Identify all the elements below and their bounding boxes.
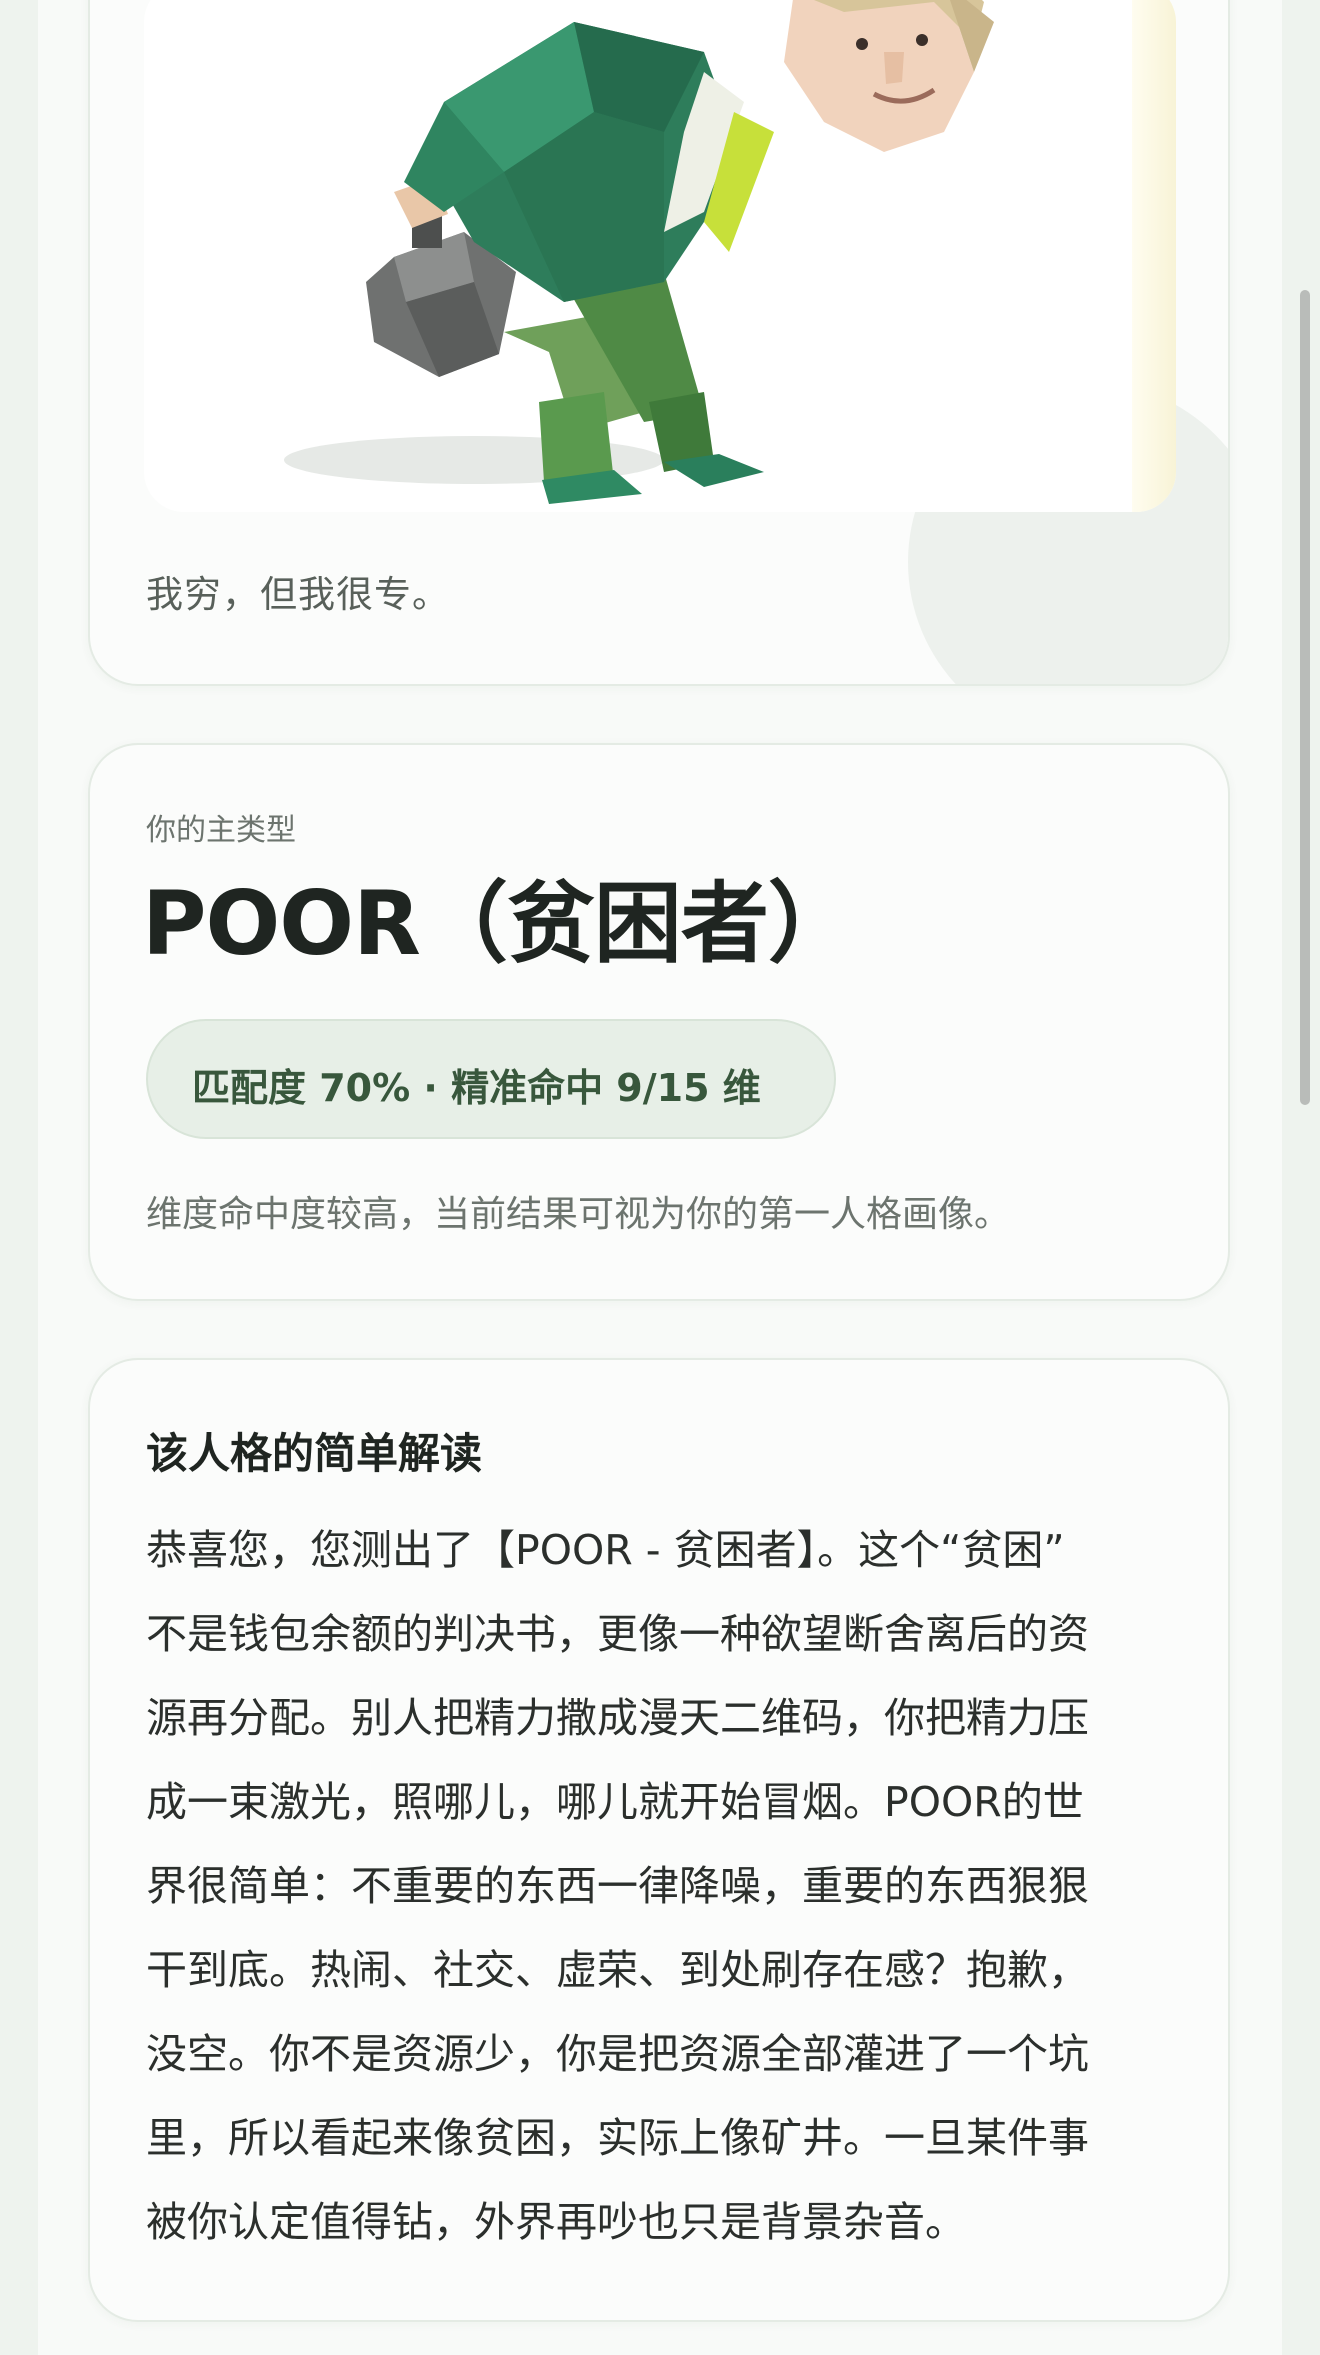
type-label: 你的主类型	[146, 813, 296, 848]
illustration-edge	[1132, 0, 1176, 512]
interpretation-line: 不是钱包余额的判决书，更像一种欲望断舍离后的资	[146, 1610, 1089, 1658]
interpretation-line: 成一束激光，照哪儿，哪儿就开始冒烟。POOR的世	[146, 1778, 1084, 1826]
interpretation-line: 恭喜您，您测出了【POOR - 贫困者】。这个“贫困”	[146, 1526, 1065, 1574]
interpretation-line: 界很简单：不重要的东西一律降噪，重要的东西狠狠	[146, 1862, 1089, 1910]
vertical-scrollbar[interactable]	[1300, 290, 1310, 1105]
interpretation-card: 该人格的简单解读 恭喜您，您测出了【POOR - 贫困者】。这个“贫困” 不是钱…	[88, 1358, 1230, 2322]
type-title: POOR（贫困者）	[142, 872, 856, 975]
match-badge: 匹配度 70% · 精准命中 9/15 维	[146, 1019, 836, 1139]
interpretation-line: 源再分配。别人把精力撒成漫天二维码，你把精力压	[146, 1694, 1089, 1742]
interpretation-line: 干到底。热闹、社交、虚荣、到处刷存在感？抱歉，	[146, 1946, 1089, 1994]
hero-card: 我穷，但我很专。	[88, 0, 1230, 686]
interpretation-line: 没空。你不是资源少，你是把资源全部灌进了一个坑	[146, 2030, 1089, 2078]
interpretation-title: 该人格的简单解读	[146, 1429, 483, 1478]
primary-type-card: 你的主类型 POOR（贫困者） 匹配度 70% · 精准命中 9/15 维 维度…	[88, 743, 1230, 1301]
match-badge-text: 匹配度 70% · 精准命中 9/15 维	[192, 1066, 761, 1110]
interpretation-body: 恭喜您，您测出了【POOR - 贫困者】。这个“贫困” 不是钱包余额的判决书，更…	[146, 1508, 1186, 2264]
interpretation-line: 里，所以看起来像贫困，实际上像矿井。一旦某件事	[146, 2114, 1089, 2162]
interpretation-line: 被你认定值得钻，外界再吵也只是背景杂音。	[146, 2198, 966, 2246]
type-description: 维度命中度较高，当前结果可视为你的第一人格画像。	[146, 1194, 1011, 1235]
tagline: 我穷，但我很专。	[146, 573, 450, 616]
character-illustration	[144, 0, 1176, 512]
poor-character-icon	[284, 0, 994, 504]
